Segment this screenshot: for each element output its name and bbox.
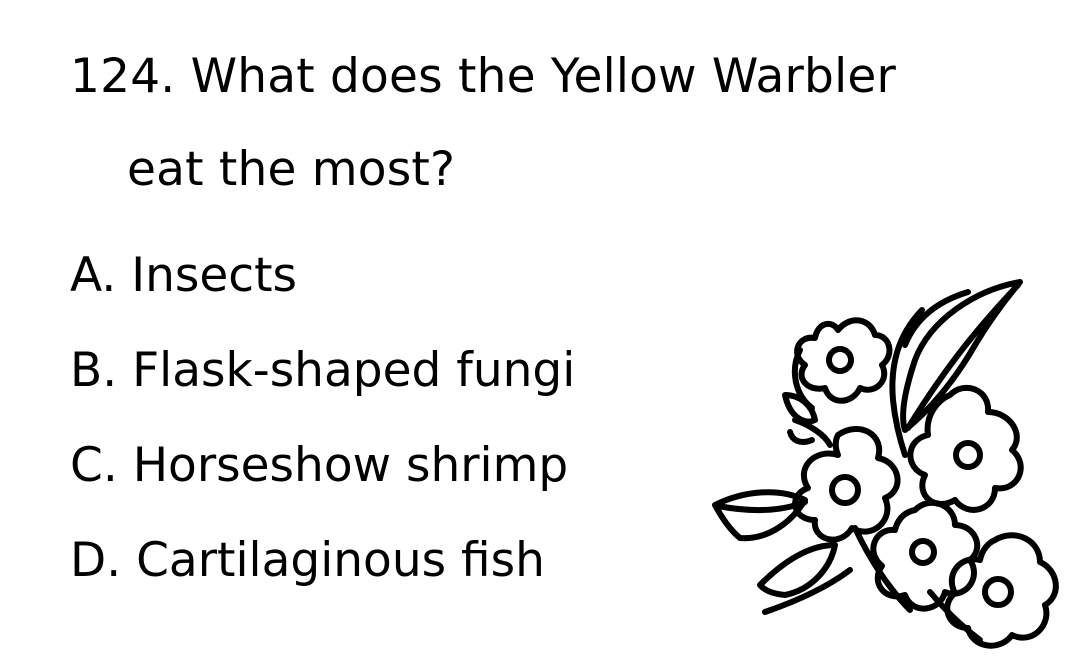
option-text: Horseshow shrimp: [132, 438, 569, 493]
option-letter: C.: [70, 438, 118, 493]
question-text-line-2: eat the most?: [127, 142, 456, 197]
option-c[interactable]: C. Horseshow shrimp: [70, 418, 575, 513]
option-d[interactable]: D. Cartilaginous fish: [70, 513, 575, 608]
question-text-line-1: What does the Yellow Warbler: [190, 49, 896, 104]
question-line-1: 124. What does the Yellow Warbler: [70, 30, 1030, 123]
answer-options: A. Insects B. Flask-shaped fungi C. Hors…: [70, 228, 575, 608]
option-text: Insects: [131, 248, 298, 303]
option-letter: B.: [70, 343, 118, 398]
option-text: Cartilaginous fish: [136, 533, 545, 588]
option-letter: A.: [70, 248, 117, 303]
question-text: 124. What does the Yellow Warbler eat th…: [70, 30, 1030, 216]
flower-bouquet-icon: [712, 279, 1059, 649]
option-a[interactable]: A. Insects: [70, 228, 575, 323]
option-text: Flask-shaped fungi: [132, 343, 576, 398]
question-number: 124.: [70, 49, 176, 104]
option-letter: D.: [70, 533, 122, 588]
option-b[interactable]: B. Flask-shaped fungi: [70, 323, 575, 418]
